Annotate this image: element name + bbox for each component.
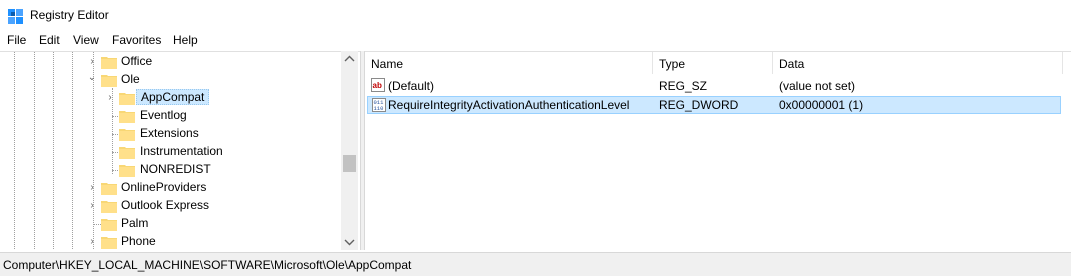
menu-help[interactable]: Help [173,33,198,47]
chevron-down-icon[interactable]: ⌄ [86,72,98,84]
tree-item-outlook-express[interactable]: › Outlook Express [0,197,340,215]
tree-item-office[interactable]: › Office [0,53,340,71]
value-row-requireintegrity[interactable]: 011 110 RequireIntegrityActivationAuthen… [367,96,1061,114]
scroll-up-arrow-icon[interactable] [341,51,358,68]
binary-value-icon: 011 110 [372,98,386,112]
value-data: 0x00000001 (1) [779,98,864,112]
tree-item-extensions[interactable]: Extensions [0,125,340,143]
registry-tree[interactable]: › Office ⌄ Ole › AppCompat Eventlog Exte… [0,51,360,250]
folder-icon [119,165,135,177]
tree-item-label: Extensions [140,126,199,140]
folder-icon [119,147,135,159]
title-bar: Registry Editor [0,0,1071,30]
folder-icon [101,237,117,249]
tree-item-label: OnlineProviders [121,180,207,194]
value-row-default[interactable]: ab (Default) REG_SZ (value not set) [367,77,1061,95]
tree-item-eventlog[interactable]: Eventlog [0,107,340,125]
tree-scrollbar[interactable] [341,51,358,250]
menu-bar: File Edit View Favorites Help [0,30,1071,50]
svg-text:110: 110 [374,105,384,112]
tree-item-palm[interactable]: Palm [0,215,340,233]
tree-item-nonredist[interactable]: NONREDIST [0,161,340,179]
value-type: REG_DWORD [659,98,739,112]
tree-connector [93,224,101,225]
value-name: (Default) [388,79,435,93]
tree-item-label: NONREDIST [140,162,211,176]
folder-icon [119,129,135,141]
string-value-icon: ab [371,78,385,92]
tree-item-label: AppCompat [136,89,210,105]
tree-item-phone[interactable]: › Phone [0,233,340,250]
folder-icon [101,201,117,213]
menu-favorites[interactable]: Favorites [112,33,161,47]
value-type: REG_SZ [659,79,708,93]
status-bar: Computer\HKEY_LOCAL_MACHINE\SOFTWARE\Mic… [0,252,1071,276]
status-path: Computer\HKEY_LOCAL_MACHINE\SOFTWARE\Mic… [3,258,412,272]
chevron-right-icon[interactable]: › [86,200,98,212]
scroll-thumb[interactable] [343,155,356,172]
chevron-right-icon[interactable]: › [104,92,116,104]
tree-item-label: Palm [121,216,149,230]
window-title: Registry Editor [30,8,109,22]
tree-item-onlineproviders[interactable]: › OnlineProviders [0,179,340,197]
menu-file[interactable]: File [7,33,26,47]
values-list[interactable]: Name Type Data ab (Default) REG_SZ (valu… [365,51,1071,250]
folder-icon [119,111,135,123]
svg-text:ab: ab [373,81,382,90]
chevron-right-icon[interactable]: › [86,236,98,248]
tree-item-label: Phone [121,234,156,248]
folder-open-icon [101,75,117,87]
folder-icon [101,183,117,195]
value-name: RequireIntegrityActivationAuthentication… [388,98,630,112]
menu-edit[interactable]: Edit [39,33,60,47]
tree-item-ole[interactable]: ⌄ Ole [0,71,340,89]
folder-icon [119,93,135,105]
scroll-down-arrow-icon[interactable] [341,233,358,250]
value-data: (value not set) [779,79,856,93]
chevron-right-icon[interactable]: › [86,182,98,194]
column-header-data[interactable]: Data [773,52,1063,74]
tree-item-label: Office [121,54,153,68]
tree-item-appcompat[interactable]: › AppCompat [0,89,340,107]
column-header-type[interactable]: Type [653,52,773,74]
tree-item-label: Eventlog [140,108,187,122]
folder-icon [101,219,117,231]
menu-view[interactable]: View [73,33,99,47]
tree-item-label: Instrumentation [140,144,223,158]
folder-icon [101,57,117,69]
chevron-right-icon[interactable]: › [86,56,98,68]
column-header-name[interactable]: Name [365,52,653,74]
tree-item-label: Outlook Express [121,198,210,212]
registry-editor-icon [8,9,23,24]
tree-item-label: Ole [121,72,140,86]
tree-item-instrumentation[interactable]: Instrumentation [0,143,340,161]
